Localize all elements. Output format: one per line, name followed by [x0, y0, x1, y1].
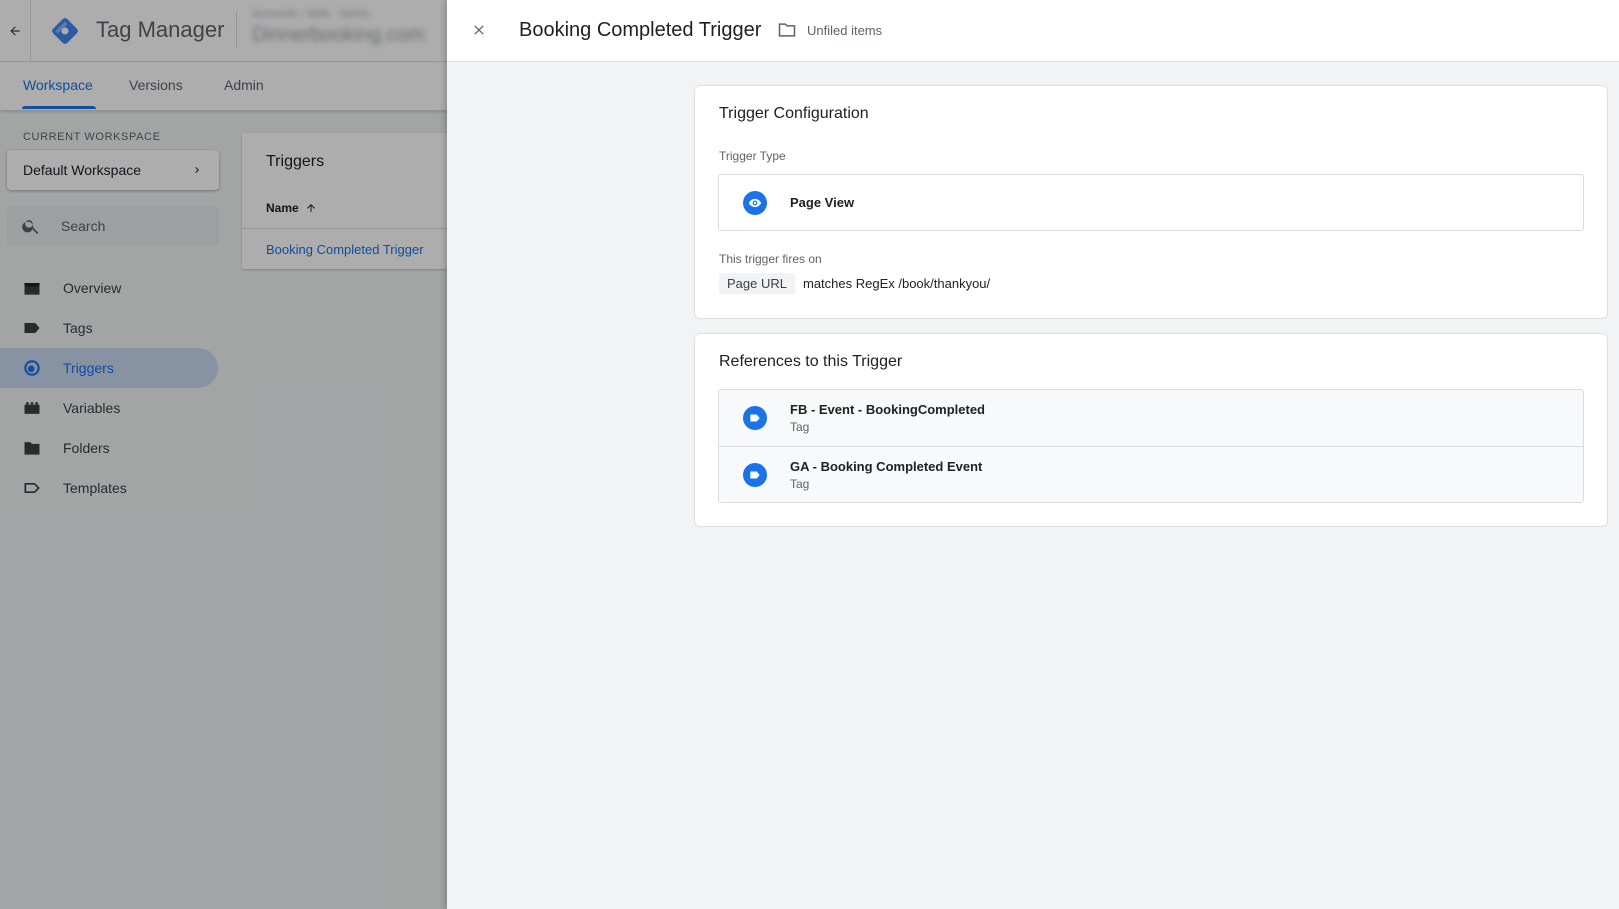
tag-icon [743, 406, 767, 430]
references-card: References to this Trigger FB - Event - … [694, 333, 1608, 527]
list-item[interactable]: FB - Event - BookingCompleted Tag [719, 390, 1583, 446]
list-item[interactable]: GA - Booking Completed Event Tag [719, 446, 1583, 502]
condition-variable-chip: Page URL [719, 273, 795, 294]
trigger-detail-panel: Booking Completed Trigger Unfiled items … [447, 0, 1619, 909]
panel-header: Booking Completed Trigger Unfiled items [447, 0, 1619, 62]
card-title: References to this Trigger [719, 353, 903, 370]
folder-outline-icon[interactable] [776, 20, 798, 40]
reference-type: Tag [790, 476, 810, 491]
trigger-configuration-card[interactable]: Trigger Configuration Trigger Type Page … [694, 85, 1608, 319]
tag-icon [743, 462, 767, 487]
trigger-condition: Page URL matches RegEx /book/thankyou/ [719, 273, 990, 294]
trigger-type-caption: Trigger Type [719, 149, 786, 163]
trigger-type-box: Page View [718, 174, 1584, 231]
references-list: FB - Event - BookingCompleted Tag GA - B… [718, 389, 1584, 503]
close-button[interactable] [467, 18, 491, 42]
close-icon [474, 25, 484, 35]
reference-name: GA - Booking Completed Event [790, 458, 983, 474]
eye-icon [743, 190, 767, 215]
card-title: Trigger Configuration [719, 105, 869, 122]
folder-label: Unfiled items [807, 23, 883, 38]
panel-title[interactable]: Booking Completed Trigger [519, 19, 761, 42]
modal-scrim[interactable] [0, 0, 447, 909]
condition-expression: matches RegEx /book/thankyou/ [802, 276, 991, 291]
reference-name: FB - Event - BookingCompleted [790, 402, 985, 417]
trigger-type-name: Page View [790, 195, 855, 210]
fires-on-caption: This trigger fires on [719, 252, 822, 266]
reference-type: Tag [790, 420, 810, 434]
